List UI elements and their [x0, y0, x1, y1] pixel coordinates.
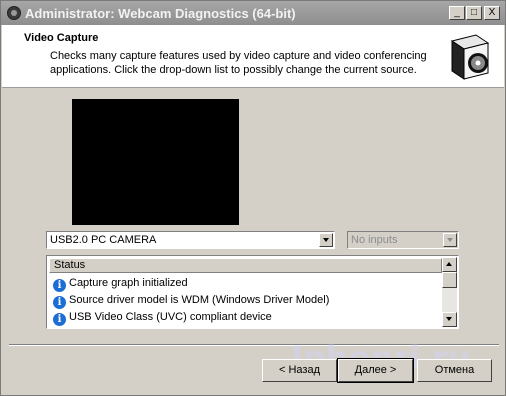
wizard-header: Video Capture Checks many capture featur…: [2, 25, 504, 88]
title-bar[interactable]: Administrator: Webcam Diagnostics (64-bi…: [1, 1, 505, 25]
info-icon: i: [53, 296, 66, 309]
list-item[interactable]: i Source driver model is WDM (Windows Dri…: [53, 292, 329, 309]
status-text: Capture graph initialized: [69, 277, 188, 289]
window-title: Administrator: Webcam Diagnostics (64-bi…: [25, 6, 296, 21]
page-title: Video Capture: [24, 32, 99, 44]
software-box-icon: [450, 34, 490, 80]
webcam-diagnostics-window: Administrator: Webcam Diagnostics (64-bi…: [0, 0, 506, 396]
video-preview: [72, 99, 239, 225]
page-description: Checks many capture features used by vid…: [50, 50, 427, 76]
scroll-up-button[interactable]: [442, 257, 457, 272]
vertical-scrollbar[interactable]: [442, 257, 457, 327]
input-dropdown-value: No inputs: [351, 234, 398, 246]
close-button[interactable]: X: [484, 6, 500, 20]
list-item[interactable]: i USB Video Class (UVC) compliant device: [53, 309, 272, 326]
input-dropdown[interactable]: No inputs: [347, 231, 459, 249]
status-column-header[interactable]: Status: [49, 258, 442, 273]
cancel-button[interactable]: Отмена: [417, 359, 492, 382]
info-icon: i: [53, 279, 66, 292]
info-icon: i: [53, 313, 66, 326]
status-text: USB Video Class (UVC) compliant device: [69, 311, 272, 323]
chevron-down-icon[interactable]: [319, 233, 333, 247]
next-button[interactable]: Далее >: [337, 358, 414, 383]
scroll-down-button[interactable]: [442, 312, 457, 327]
status-list[interactable]: Status i Capture graph initialized i Sourc…: [46, 255, 459, 329]
minimize-button[interactable]: _: [449, 6, 465, 20]
source-dropdown-value: USB2.0 PC CAMERA: [50, 234, 157, 246]
back-button[interactable]: < Назад: [262, 359, 337, 382]
chevron-down-icon[interactable]: [443, 233, 457, 247]
scroll-thumb[interactable]: [442, 272, 457, 288]
list-item[interactable]: i Capture graph initialized: [53, 275, 188, 292]
app-icon: [7, 6, 21, 20]
maximize-button[interactable]: □: [466, 6, 482, 20]
status-text: Source driver model is WDM (Windows Driv…: [69, 294, 330, 306]
source-dropdown[interactable]: USB2.0 PC CAMERA: [46, 231, 335, 249]
